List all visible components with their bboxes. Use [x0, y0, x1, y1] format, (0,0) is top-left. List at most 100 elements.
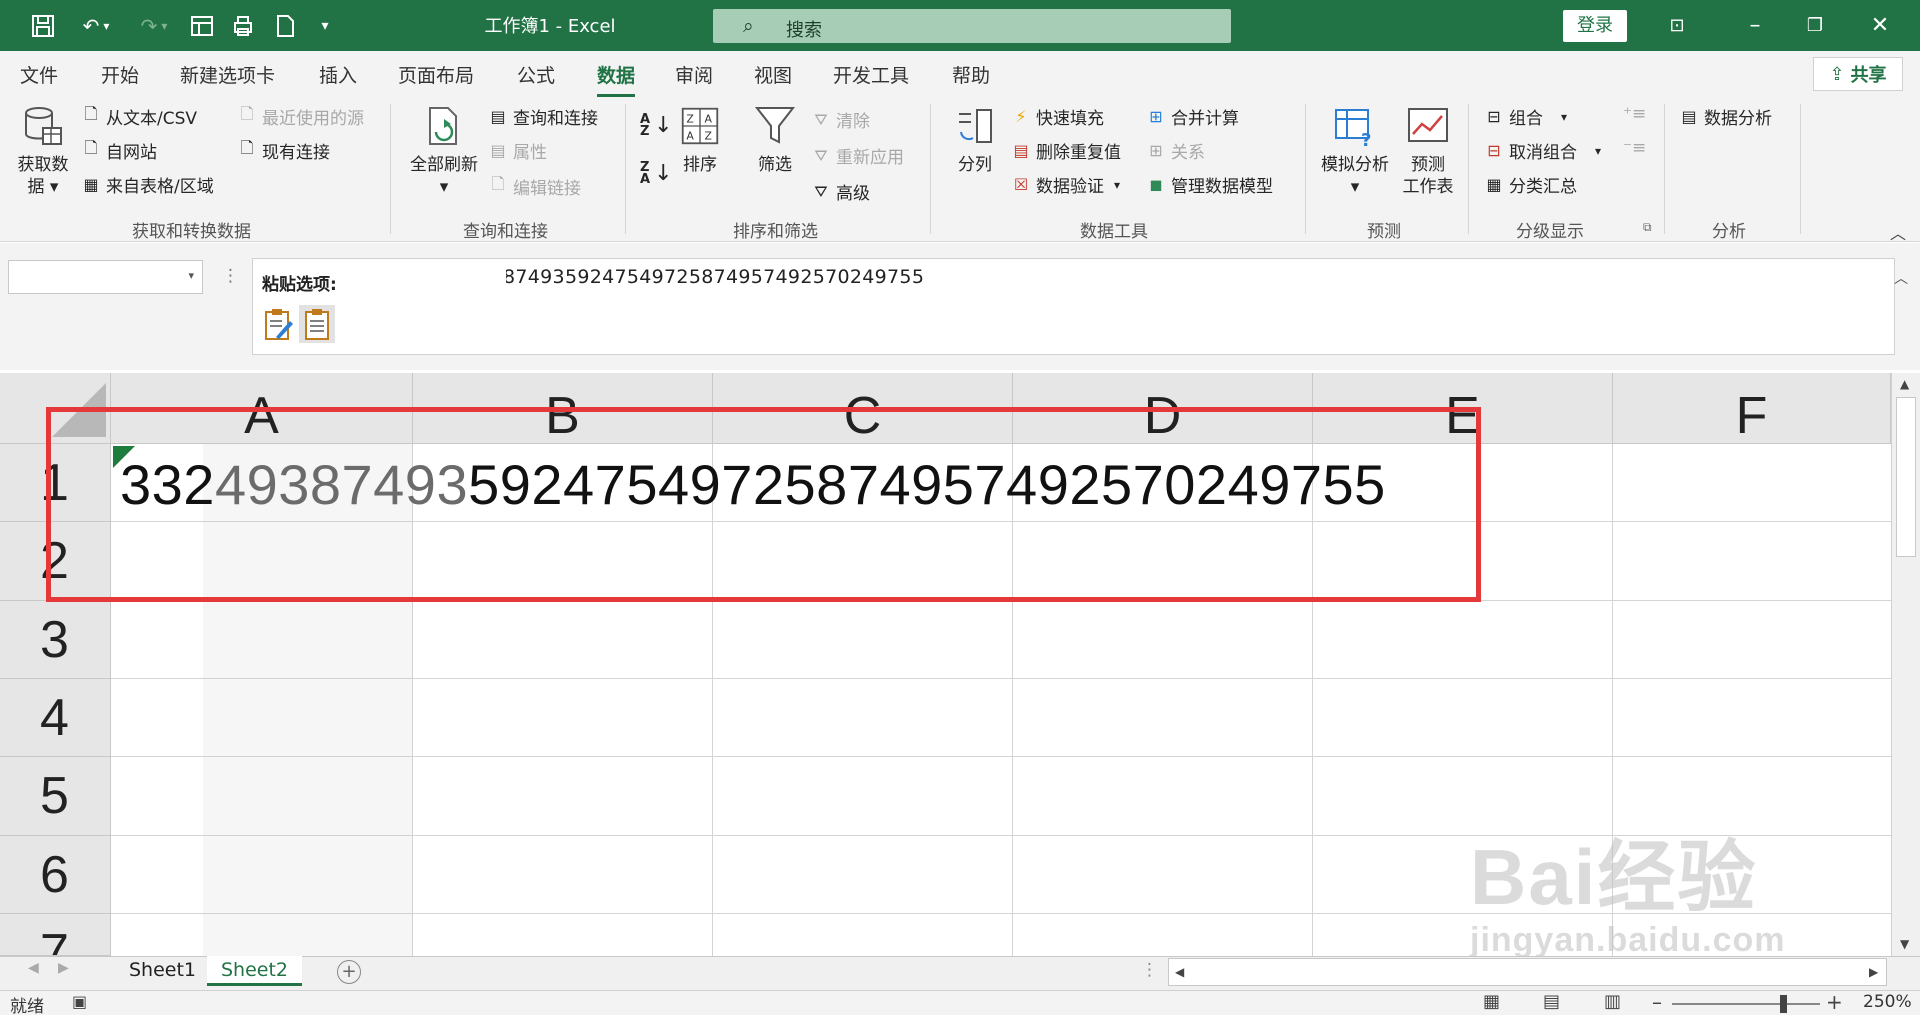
recent-sources-icon: 🗋 — [240, 104, 254, 123]
add-sheet-icon[interactable]: + — [337, 960, 361, 984]
column-header-f[interactable]: F — [1613, 373, 1891, 444]
sort-descending-button[interactable]: Z A ↓ — [640, 161, 673, 186]
table-icon: ▦ — [83, 175, 99, 194]
ribbon-separator — [1468, 104, 1469, 234]
outline-dialog-launcher-icon[interactable]: ⧉ — [1643, 220, 1652, 235]
vertical-scrollbar[interactable]: ▲ ▼ — [1891, 373, 1920, 956]
zoom-slider-knob[interactable] — [1780, 995, 1787, 1013]
row-header-3[interactable]: 3 — [0, 601, 111, 679]
manage-data-model-button[interactable]: ◼ 管理数据模型 — [1145, 172, 1273, 197]
next-sheet-icon[interactable]: ▶ — [58, 960, 69, 976]
name-box-dropdown-icon[interactable]: ▾ — [188, 269, 194, 282]
tab-page-layout[interactable]: 页面布局 — [398, 61, 474, 88]
tab-home[interactable]: 开始 — [101, 61, 139, 88]
tab-formulas[interactable]: 公式 — [517, 61, 555, 88]
scroll-up-icon[interactable]: ▲ — [1900, 377, 1909, 391]
tab-view[interactable]: 视图 — [754, 61, 792, 88]
text-to-columns-button[interactable]: 分列 — [948, 104, 1002, 176]
tab-help[interactable]: 帮助 — [952, 61, 990, 88]
row-header-4[interactable]: 4 — [0, 679, 111, 757]
properties-button[interactable]: ▤ 属性 — [487, 138, 547, 163]
zoom-in-icon[interactable]: + — [1826, 990, 1843, 1014]
search-box[interactable]: ⌕ 搜索 — [713, 9, 1231, 43]
consolidate-button[interactable]: ⊞ 合并计算 — [1145, 104, 1239, 129]
tab-developer[interactable]: 开发工具 — [833, 61, 909, 88]
relationships-button[interactable]: ⊞ 关系 — [1145, 138, 1205, 163]
prev-sheet-icon[interactable]: ◀ — [28, 960, 39, 976]
ribbon-separator — [1305, 104, 1306, 234]
from-text-csv-button[interactable]: 🗋 从文本/CSV — [80, 104, 197, 129]
page-layout-view-icon[interactable]: ▤ — [1543, 991, 1560, 1012]
reapply-button[interactable]: ⛛ 重新应用 — [810, 143, 904, 169]
scroll-right-icon[interactable]: ▶ — [1869, 965, 1878, 979]
subtotal-button[interactable]: ▦ 分类汇总 — [1483, 172, 1577, 197]
tab-new-tab[interactable]: 新建选项卡 — [180, 61, 275, 88]
sheet-tab-sheet2[interactable]: Sheet2 — [207, 956, 303, 986]
from-web-button[interactable]: 🗋 自网站 — [80, 138, 157, 163]
paste-values-icon[interactable] — [299, 305, 335, 343]
advanced-filter-button[interactable]: ⛛ 高级 — [810, 179, 870, 205]
restore-icon[interactable]: ❐ — [1795, 10, 1835, 42]
name-box[interactable]: ▾ — [8, 260, 203, 294]
tab-data[interactable]: 数据 — [597, 61, 636, 97]
close-icon[interactable]: ✕ — [1860, 10, 1900, 42]
zoom-out-icon[interactable]: – — [1652, 990, 1662, 1014]
ribbon-display-options-icon[interactable]: ⊡ — [1657, 10, 1697, 42]
forecast-sheet-button[interactable]: 预测 工作表 — [1397, 104, 1459, 198]
sort-button[interactable]: ZAAZ 排序 — [680, 104, 720, 176]
scroll-down-icon[interactable]: ▼ — [1900, 937, 1909, 951]
sheet-tab-sheet1[interactable]: Sheet1 — [115, 956, 210, 986]
group-label-sort-filter: 排序和筛选 — [733, 222, 818, 242]
horizontal-scrollbar[interactable]: ◀ ▶ — [1168, 958, 1887, 986]
remove-duplicates-button[interactable]: ▤ 删除重复值 — [1010, 138, 1121, 163]
search-placeholder: 搜索 — [786, 20, 822, 41]
login-button[interactable]: 登录 — [1563, 10, 1627, 42]
what-if-analysis-button[interactable]: ? 模拟分析 ▾ — [1315, 104, 1395, 198]
tab-file[interactable]: 文件 — [20, 61, 58, 88]
sort-ascending-button[interactable]: A Z ↓ — [640, 113, 673, 138]
ungroup-icon: ⊟ — [1487, 141, 1501, 160]
group-label-forecast: 预测 — [1367, 222, 1401, 242]
vertical-scroll-thumb[interactable] — [1896, 397, 1916, 557]
zoom-level[interactable]: 250% — [1863, 992, 1912, 1012]
row-header-5[interactable]: 5 — [0, 757, 111, 836]
tab-review[interactable]: 审阅 — [675, 61, 713, 88]
get-data-button[interactable]: 获取数 据 ▾ — [12, 104, 74, 198]
flash-fill-icon: ⚡ — [1015, 107, 1027, 126]
filter-button[interactable]: 筛选 — [750, 104, 800, 176]
zoom-slider[interactable] — [1672, 1003, 1820, 1005]
flash-fill-button[interactable]: ⚡ 快速填充 — [1010, 104, 1104, 129]
clear-filter-button[interactable]: ⛛ 清除 — [810, 107, 870, 133]
refresh-all-button[interactable]: 全部刷新 ▾ — [405, 104, 483, 198]
edit-links-button[interactable]: 🗋 编辑链接 — [487, 174, 581, 199]
show-detail-icon[interactable]: ⁺≡ — [1623, 104, 1646, 124]
group-button[interactable]: ⊟ 组合 ▾ — [1483, 104, 1567, 129]
paste-keep-formatting-icon[interactable] — [260, 305, 296, 343]
minimize-icon[interactable]: – — [1735, 10, 1775, 42]
tab-split-grip-icon[interactable]: ⋮ — [1141, 960, 1158, 980]
share-icon: ⇪ — [1829, 63, 1845, 85]
recent-sources-button[interactable]: 🗋 最近使用的源 — [236, 104, 364, 129]
from-table-button[interactable]: ▦ 来自表格/区域 — [80, 172, 213, 197]
share-button[interactable]: ⇪ 共享 — [1813, 57, 1903, 91]
formula-bar-grip-icon: ⋮ — [222, 266, 239, 286]
ungroup-button[interactable]: ⊟ 取消组合 ▾ — [1483, 138, 1601, 163]
data-validation-button[interactable]: ☒ 数据验证 ▾ — [1010, 172, 1120, 197]
row-header-6[interactable]: 6 — [0, 836, 111, 914]
collapse-ribbon-icon[interactable]: ︿ — [1890, 220, 1906, 244]
subtotal-icon: ▦ — [1486, 175, 1502, 194]
page-break-view-icon[interactable]: ▥ — [1604, 991, 1621, 1012]
hide-detail-icon[interactable]: ⁻≡ — [1623, 138, 1646, 158]
tab-insert[interactable]: 插入 — [319, 61, 357, 88]
funnel-icon — [754, 107, 796, 144]
collapse-formula-bar-icon[interactable]: ︿ — [1894, 268, 1908, 288]
scroll-left-icon[interactable]: ◀ — [1175, 965, 1184, 979]
text-file-icon: 🗋 — [84, 104, 98, 123]
existing-connections-button[interactable]: 🗋 现有连接 — [236, 138, 330, 163]
data-analysis-button[interactable]: ▤ 数据分析 — [1678, 104, 1772, 129]
normal-view-icon[interactable]: ▦ — [1483, 991, 1500, 1012]
group-label-analysis: 分析 — [1712, 222, 1746, 242]
queries-connections-button[interactable]: ▤ 查询和连接 — [487, 104, 598, 129]
row-header-7[interactable]: 7 — [0, 914, 111, 956]
macro-record-icon[interactable]: ▣ — [72, 992, 87, 1011]
